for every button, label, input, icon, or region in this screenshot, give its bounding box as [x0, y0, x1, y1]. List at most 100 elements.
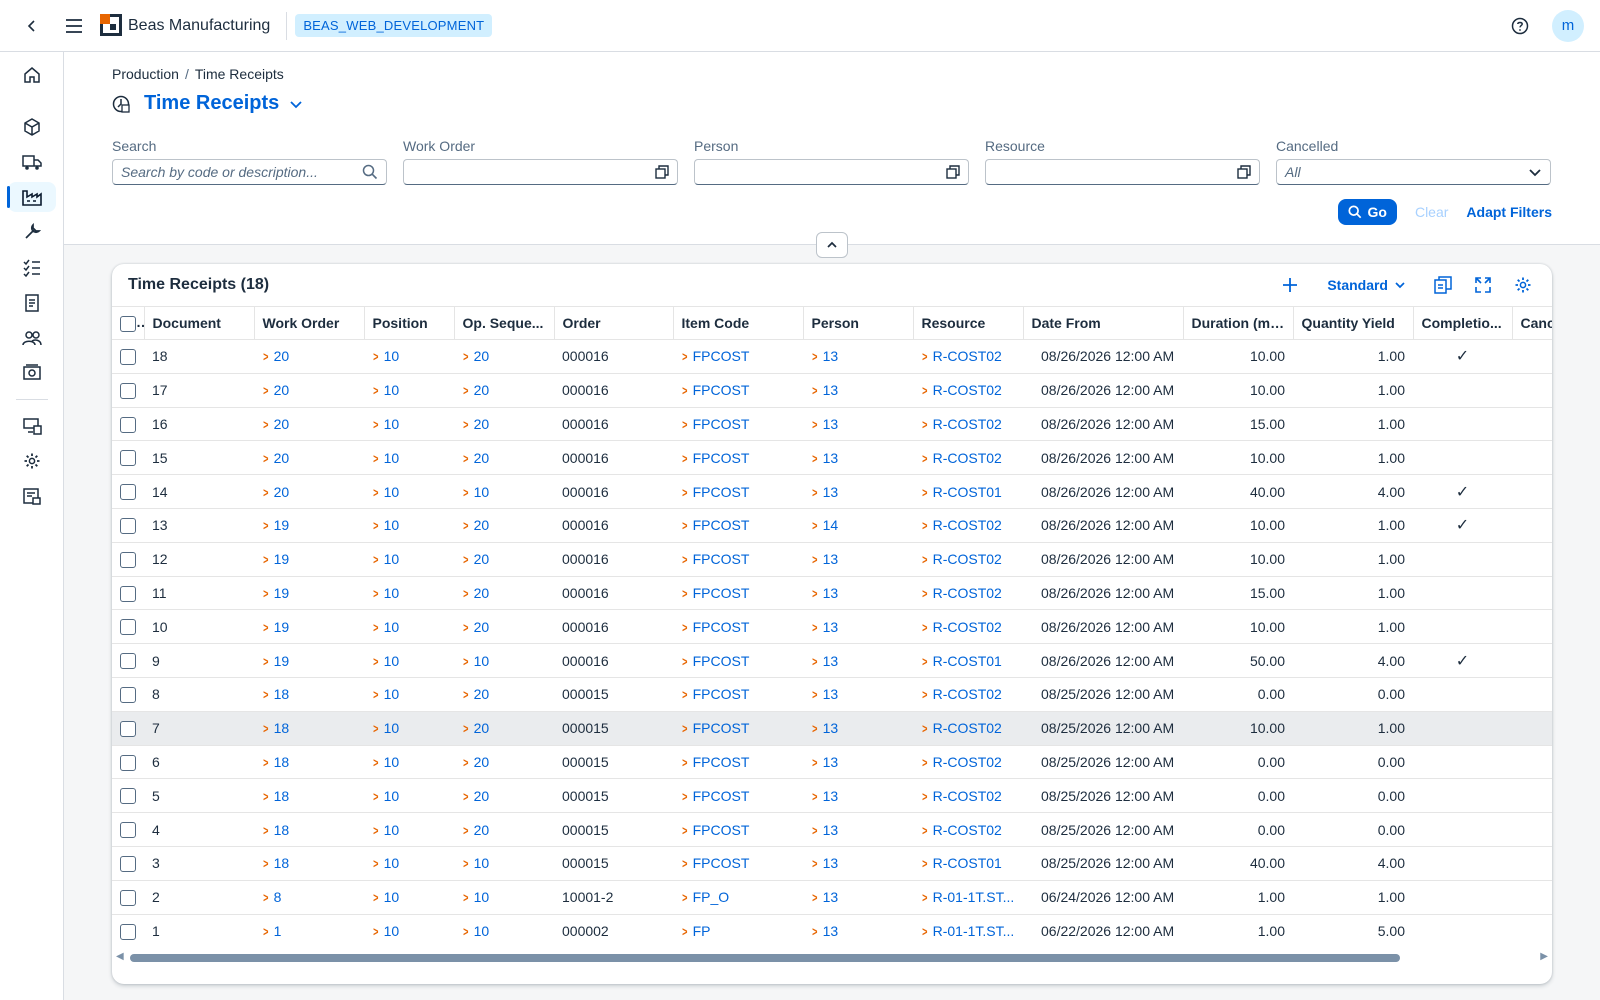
item-code-link[interactable]: FPCOST	[693, 788, 750, 804]
row-checkbox[interactable]	[120, 450, 136, 467]
resource-link[interactable]: R-COST02	[933, 517, 1002, 533]
op-sequence-link[interactable]: 10	[474, 889, 490, 905]
item-code-link[interactable]: FPCOST	[693, 416, 750, 432]
position-link[interactable]: 10	[384, 720, 400, 736]
column-header[interactable]: Item Code	[673, 306, 804, 340]
resource-link[interactable]: R-COST02	[933, 686, 1002, 702]
position-link[interactable]: 10	[384, 686, 400, 702]
item-code-link[interactable]: FPCOST	[693, 855, 750, 871]
op-sequence-link[interactable]: 20	[474, 585, 490, 601]
op-sequence-link[interactable]: 20	[474, 754, 490, 770]
column-header[interactable]: Canc	[1512, 306, 1552, 340]
page-title[interactable]: Time Receipts	[144, 92, 279, 115]
nav-resources[interactable]	[8, 411, 56, 441]
person-link[interactable]: 13	[823, 686, 839, 702]
table-row[interactable]: 16 >20 >10 >20 000016 > FPCOST >13 > R-COST02 08/2…	[112, 407, 1552, 442]
go-button[interactable]: Go	[1337, 199, 1397, 225]
chevron-down-icon[interactable]	[1528, 165, 1542, 179]
op-sequence-link[interactable]: 20	[474, 551, 490, 567]
item-code-link[interactable]: FPCOST	[693, 619, 750, 635]
row-checkbox[interactable]	[120, 754, 136, 771]
app-logo[interactable]: Beas Manufacturing	[100, 13, 270, 38]
row-checkbox[interactable]	[120, 619, 136, 636]
table-row[interactable]: 10 >19 >10 >20 000016 > FPCOST >13 > R-COST02 08/2…	[112, 609, 1552, 645]
item-code-link[interactable]: FPCOST	[693, 585, 750, 601]
table-row[interactable]: 18 >20 >10 >20 000016 > FPCOST >13 > R-COST02 08/2…	[112, 339, 1552, 374]
op-sequence-link[interactable]: 20	[474, 788, 490, 804]
chevron-down-icon[interactable]	[289, 97, 303, 111]
position-link[interactable]: 10	[384, 754, 400, 770]
person-link[interactable]: 13	[823, 585, 839, 601]
row-checkbox[interactable]	[120, 822, 136, 839]
op-sequence-link[interactable]: 10	[474, 653, 490, 669]
person-link[interactable]: 13	[823, 653, 839, 669]
adapt-filters-button[interactable]: Adapt Filters	[1466, 204, 1552, 220]
resource-link[interactable]: R-COST02	[933, 788, 1002, 804]
column-header[interactable]: Position	[364, 306, 455, 340]
resource-link[interactable]: R-COST02	[933, 450, 1002, 466]
person-link[interactable]: 13	[823, 720, 839, 736]
person-link[interactable]: 13	[823, 923, 839, 939]
nav-tools[interactable]	[8, 217, 56, 247]
work-order-link[interactable]: 1	[274, 923, 282, 939]
table-settings-button[interactable]	[1510, 272, 1536, 298]
resource-link[interactable]: R-01-1T.ST...	[933, 889, 1015, 905]
op-sequence-link[interactable]: 20	[474, 416, 490, 432]
op-sequence-link[interactable]: 10	[474, 855, 490, 871]
resource-link[interactable]: R-01-1T.ST...	[933, 923, 1015, 939]
position-link[interactable]: 10	[384, 653, 400, 669]
table-row[interactable]: 9 >19 >10 >10 000016 > FPCOST >13 > R-COST01 08/26…	[112, 643, 1552, 678]
op-sequence-link[interactable]: 20	[474, 450, 490, 466]
column-header[interactable]: Document	[144, 306, 255, 340]
resource-link[interactable]: R-COST02	[933, 382, 1002, 398]
table-row[interactable]: 14 >20 >10 >10 000016 > FPCOST >13 > R-COST01 08/2…	[112, 474, 1552, 509]
resource-link[interactable]: R-COST01	[933, 855, 1002, 871]
item-code-link[interactable]: FPCOST	[693, 686, 750, 702]
table-row[interactable]: 3 >18 >10 >10 000015 > FPCOST >13 > R-COST01 08/25…	[112, 846, 1552, 881]
row-checkbox[interactable]	[120, 687, 136, 704]
person-link[interactable]: 14	[823, 517, 839, 533]
person-link[interactable]: 13	[823, 450, 839, 466]
nav-settings[interactable]	[8, 446, 56, 476]
column-header[interactable]: Person	[803, 306, 914, 340]
op-sequence-link[interactable]: 20	[474, 822, 490, 838]
collapse-header-button[interactable]	[816, 232, 848, 258]
table-row[interactable]: 5 >18 >10 >20 000015 > FPCOST >13 > R-COST02 08/25…	[112, 778, 1552, 814]
hamburger-icon[interactable]	[56, 8, 92, 44]
item-code-link[interactable]: FP	[693, 923, 711, 939]
clear-button[interactable]: Clear	[1415, 204, 1448, 220]
person-link[interactable]: 13	[823, 484, 839, 500]
user-avatar[interactable]: m	[1552, 9, 1584, 42]
position-link[interactable]: 10	[384, 348, 400, 364]
position-link[interactable]: 10	[384, 416, 400, 432]
position-link[interactable]: 10	[384, 619, 400, 635]
table-row[interactable]: 7 >18 >10 >20 000015 > FPCOST >13 > R-COST02 08/25…	[112, 711, 1552, 746]
table-row[interactable]: 1 >1 >10 >10 000002 > FP >13 > R-01-1T.ST... 06/22…	[112, 914, 1552, 946]
row-checkbox[interactable]	[120, 856, 136, 872]
person-link[interactable]: 13	[823, 382, 839, 398]
back-icon[interactable]	[14, 8, 50, 44]
person-link[interactable]: 13	[823, 416, 839, 432]
table-row[interactable]: 4 >18 >10 >20 000015 > FPCOST >13 > R-COST02 08/25…	[112, 812, 1552, 847]
table-row[interactable]: 11 >19 >10 >20 000016 > FPCOST >13 > R-COST02 08/2…	[112, 576, 1552, 611]
work-order-link[interactable]: 19	[274, 551, 290, 567]
table-scroll-area[interactable]: Document Work Order Position Op. Seque..…	[112, 306, 1552, 946]
position-link[interactable]: 10	[384, 382, 400, 398]
nav-checklist[interactable]	[8, 253, 56, 283]
person-link[interactable]: 13	[823, 822, 839, 838]
nav-documents[interactable]	[8, 288, 56, 318]
resource-link[interactable]: R-COST02	[933, 720, 1002, 736]
item-code-link[interactable]: FPCOST	[693, 720, 750, 736]
resource-link[interactable]: R-COST01	[933, 653, 1002, 669]
position-link[interactable]: 10	[384, 484, 400, 500]
row-checkbox[interactable]	[120, 653, 136, 670]
nav-shipping[interactable]	[8, 147, 56, 177]
column-header[interactable]: Resource	[913, 306, 1024, 340]
fullscreen-button[interactable]	[1470, 272, 1496, 298]
op-sequence-link[interactable]: 20	[474, 517, 490, 533]
item-code-link[interactable]: FPCOST	[693, 348, 750, 364]
position-link[interactable]: 10	[384, 889, 400, 905]
select-all-checkbox[interactable]	[120, 315, 136, 332]
work-order-link[interactable]: 20	[274, 416, 290, 432]
variant-selector[interactable]: Standard	[1327, 277, 1406, 293]
